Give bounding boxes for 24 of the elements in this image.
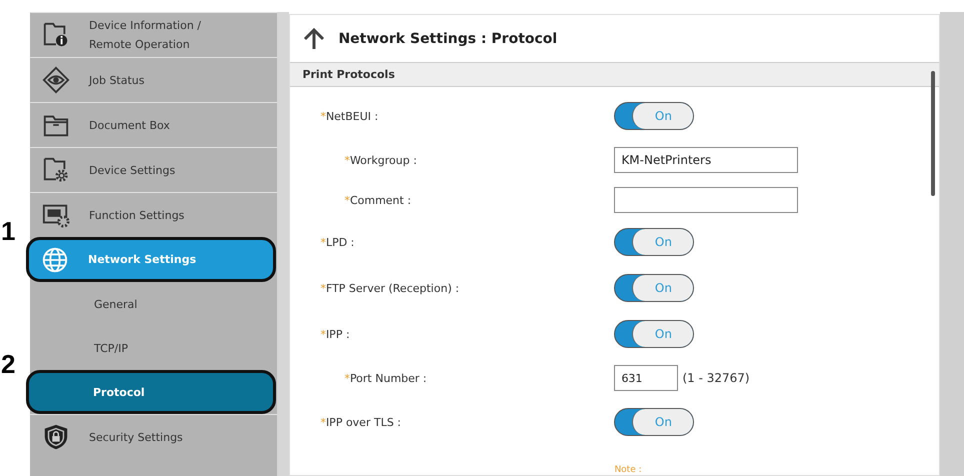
eye-icon [42, 66, 70, 94]
range-hint: (1 - 32767) [682, 371, 750, 385]
page-title: Network Settings : Protocol [338, 30, 558, 46]
field-label: *IPP over TLS : [320, 416, 402, 428]
shield-lock-icon [42, 423, 70, 451]
globe-icon [41, 246, 69, 274]
field-label: *NetBEUI : [320, 110, 378, 122]
field-label: *LPD : [320, 236, 354, 248]
scrollbar[interactable] [931, 71, 936, 196]
field-label: *Port Number : [344, 372, 427, 384]
folder-gear-icon [42, 156, 70, 184]
up-arrow-icon[interactable] [302, 26, 326, 50]
step-number: 1 [1, 216, 16, 247]
section-header: Print Protocols [290, 63, 940, 87]
folder-info-icon [42, 21, 70, 49]
field-label: *IPP : [320, 328, 350, 340]
field-label: *FTP Server (Reception) : [320, 282, 460, 294]
input-field[interactable]: KM-NetPrinters [614, 147, 798, 173]
input-field[interactable] [614, 187, 798, 213]
note-label: Note : [614, 465, 642, 475]
field-label: *Workgroup : [344, 154, 417, 166]
field-label: *Comment : [344, 194, 412, 206]
input-field[interactable]: 631 [614, 365, 678, 391]
step-number: 2 [1, 349, 16, 380]
